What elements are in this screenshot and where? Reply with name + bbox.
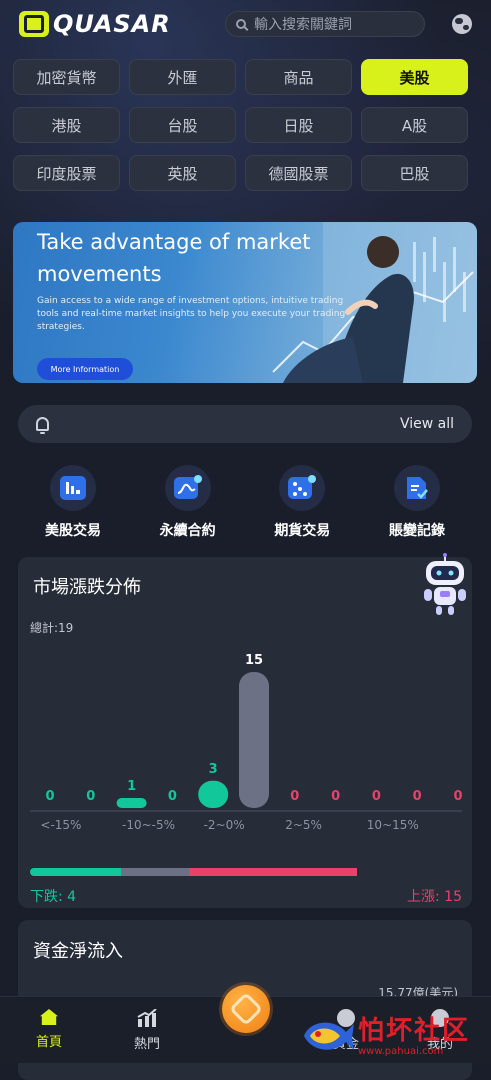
watermark-url: www.pahuai.com xyxy=(358,1046,444,1057)
home-icon xyxy=(40,1009,58,1025)
category-tab-active[interactable]: 美股 xyxy=(361,59,468,95)
flat-segment xyxy=(120,868,190,876)
distribution-chart: 0 0 1 0 3 15 0 0 0 0 0 <-15% -10~-5% -2~0% 2~5% 10~15% xyxy=(30,653,463,832)
nav-label: 首頁 xyxy=(35,1035,62,1050)
market-distribution-card: 市場漲跌分佈 總計:19 0 0 1 0 3 15 0 0 0 0 0 <-15% -10~-5% -2~… xyxy=(18,553,472,908)
chart-data-label: 0 xyxy=(453,789,462,804)
top-header: QUASAR 輸入搜索關鍵詞 xyxy=(0,0,491,48)
category-tab[interactable]: 日股 xyxy=(245,107,352,143)
quick-action-futures-trading[interactable]: 期貨交易 xyxy=(247,465,357,540)
quick-action-label: 賬變記錄 xyxy=(388,523,445,539)
up-down-ratio-bar xyxy=(30,868,460,876)
quick-action-account-records[interactable]: 賬變記錄 xyxy=(362,465,472,540)
chart-bar xyxy=(239,672,269,808)
chart-bar xyxy=(198,780,229,808)
search-input[interactable]: 輸入搜索關鍵詞 xyxy=(225,11,425,37)
banner-title: Take advantage of market movements xyxy=(37,230,311,286)
quick-actions: 美股交易 永續合約 期貨交易 賬變記錄 xyxy=(18,465,472,540)
chart-data-label: 0 xyxy=(168,789,177,804)
wave-chart-icon xyxy=(164,465,211,511)
category-tab[interactable]: 港股 xyxy=(13,107,120,143)
up-segment xyxy=(189,868,357,876)
nav-hot[interactable]: 熱門 xyxy=(117,1009,177,1052)
chart-data-label: 0 xyxy=(372,789,381,804)
down-segment xyxy=(30,868,121,876)
chart-icon xyxy=(50,465,96,511)
distribution-total: 總計:19 xyxy=(30,621,74,635)
promo-banner[interactable]: Take advantage of market movements Gain … xyxy=(13,222,477,383)
chart-data-label: 0 xyxy=(413,789,422,804)
distribution-title: 市場漲跌分佈 xyxy=(33,577,141,598)
nav-label: 熱門 xyxy=(133,1037,160,1052)
category-tab[interactable]: 印度股票 xyxy=(13,155,120,191)
chart-data-label: 0 xyxy=(45,789,54,804)
chart-data-label: 0 xyxy=(331,789,340,804)
chart-data-label: 1 xyxy=(127,779,136,794)
category-tab[interactable]: 外匯 xyxy=(129,59,236,95)
category-tab[interactable]: 商品 xyxy=(245,59,352,95)
search-icon xyxy=(236,19,246,29)
chart-data-label: 0 xyxy=(86,789,95,804)
view-all-link[interactable]: View all xyxy=(400,416,454,432)
robot-mascot-icon xyxy=(424,553,466,615)
category-tab[interactable]: 德國股票 xyxy=(245,155,352,191)
category-tab[interactable]: 英股 xyxy=(129,155,236,191)
quick-action-perpetual-contracts[interactable]: 永續合約 xyxy=(133,465,243,540)
market-category-grid: 加密貨幣 外匯 商品 美股 港股 台股 日股 A股 印度股票 英股 德國股票 巴… xyxy=(13,59,468,191)
chart-data-label: 0 xyxy=(290,789,299,804)
brand-logo[interactable]: QUASAR xyxy=(19,10,171,38)
quick-action-label: 期貨交易 xyxy=(274,523,331,539)
trade-icon xyxy=(229,992,263,1026)
category-tab[interactable]: 巴股 xyxy=(361,155,468,191)
chart-tick-label: -2~0% xyxy=(204,818,245,832)
quick-action-label: 美股交易 xyxy=(45,523,101,539)
category-tab[interactable]: A股 xyxy=(361,107,468,143)
document-icon xyxy=(393,465,440,511)
capital-flow-title: 資金淨流入 xyxy=(33,941,123,962)
center-action-button[interactable] xyxy=(222,985,270,1033)
site-watermark: 怕坏社区 www.pahuai.com xyxy=(300,1008,490,1062)
banner-subtitle: Gain access to a wide range of investmen… xyxy=(37,296,346,332)
logo-icon xyxy=(19,11,49,37)
globe-icon[interactable] xyxy=(452,14,472,34)
bell-icon xyxy=(36,417,49,434)
logo-text: QUASAR xyxy=(53,10,171,38)
up-count-label: 上漲: 15 xyxy=(407,889,462,905)
category-tab[interactable]: 台股 xyxy=(129,107,236,143)
down-count-label: 下跌: 4 xyxy=(30,889,77,905)
trend-chart-icon xyxy=(137,1009,157,1027)
chart-data-label: 15 xyxy=(245,653,263,668)
chart-data-label: 3 xyxy=(209,762,218,777)
chart-tick-label: <-15% xyxy=(40,818,81,832)
chart-bar xyxy=(116,798,147,808)
chart-tick-label: -10~-5% xyxy=(122,818,175,832)
dice-icon xyxy=(279,465,326,511)
quick-action-us-stock-trading[interactable]: 美股交易 xyxy=(18,465,128,540)
search-placeholder: 輸入搜索關鍵詞 xyxy=(254,17,352,33)
watermark-text: 怕坏社区 xyxy=(358,1016,471,1046)
quick-action-label: 永續合約 xyxy=(159,523,216,539)
more-information-button[interactable]: More Information xyxy=(37,358,133,380)
chart-tick-label: 2~5% xyxy=(285,818,322,832)
fish-logo-icon xyxy=(304,1022,354,1050)
category-tab[interactable]: 加密貨幣 xyxy=(13,59,120,95)
nav-home[interactable]: 首頁 xyxy=(19,1009,79,1050)
chart-tick-label: 10~15% xyxy=(367,818,419,832)
announcement-bar[interactable]: View all xyxy=(18,405,472,443)
